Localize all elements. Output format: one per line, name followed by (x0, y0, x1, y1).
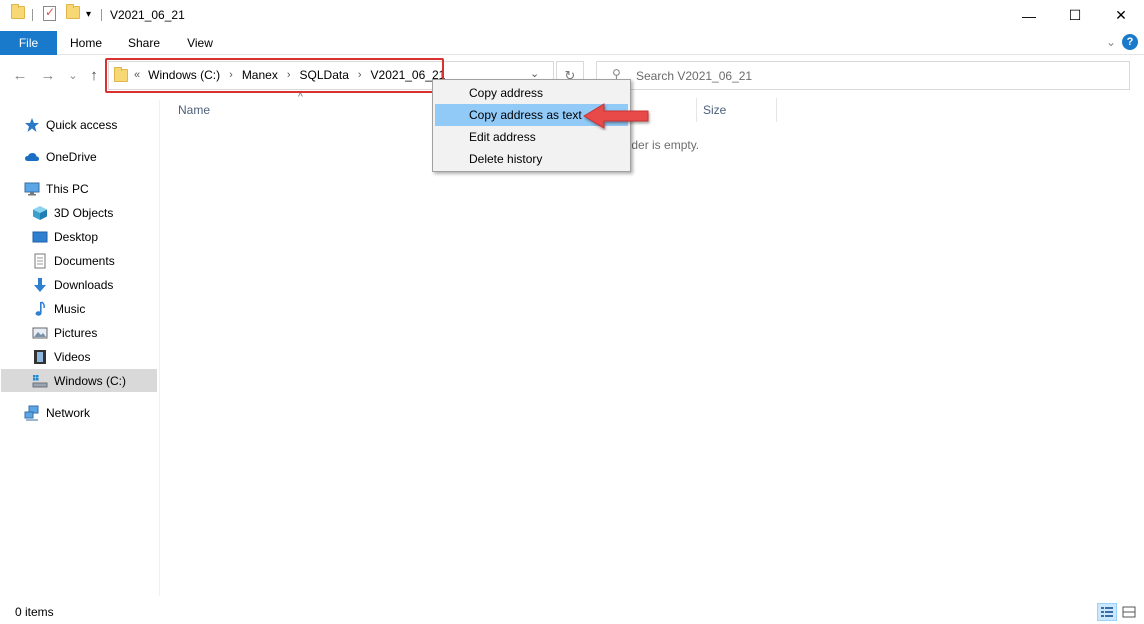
tab-share[interactable]: Share (120, 31, 168, 55)
picture-icon (32, 325, 48, 341)
window-title: V2021_06_21 (110, 8, 185, 22)
cloud-icon (24, 149, 40, 165)
item-count: 0 items (15, 605, 54, 619)
column-separator[interactable] (696, 98, 697, 122)
maximize-button[interactable]: ☐ (1052, 0, 1098, 31)
back-button[interactable]: ← (10, 65, 30, 85)
address-highlight-box (105, 58, 444, 93)
tab-file[interactable]: File (0, 31, 57, 55)
close-button[interactable]: ✕ (1098, 0, 1144, 31)
tab-view[interactable]: View (176, 31, 224, 55)
column-header-name[interactable]: Name (178, 103, 210, 123)
music-note-icon (32, 301, 48, 317)
up-button[interactable]: ↑ (84, 65, 104, 85)
sidebar-item-windows-c[interactable]: Windows (C:) (1, 369, 157, 392)
menu-item-delete-history[interactable]: Delete history (435, 148, 628, 170)
sidebar-item-label: 3D Objects (54, 206, 114, 220)
divider (101, 9, 102, 21)
empty-folder-message: older is empty. (622, 138, 700, 152)
search-input[interactable] (630, 62, 1120, 89)
help-icon[interactable]: ? (1122, 34, 1138, 50)
sidebar-item-label: This PC (46, 182, 89, 196)
sidebar-item-documents[interactable]: Documents (32, 250, 115, 272)
divider (32, 9, 33, 21)
sidebar-item-music[interactable]: Music (32, 298, 85, 320)
ribbon: File Home Share View ⌄ ? (0, 31, 1144, 55)
forward-button[interactable]: → (38, 65, 58, 85)
customize-quick-access-icon[interactable]: ▾ (86, 9, 91, 20)
sidebar-item-label: Documents (54, 254, 115, 268)
cube-icon (32, 205, 48, 221)
drive-icon (32, 373, 48, 389)
sidebar-item-onedrive[interactable]: OneDrive (24, 146, 97, 168)
sort-ascending-icon: ^ (298, 92, 303, 103)
folder-icon (11, 4, 25, 19)
network-icon (24, 405, 40, 421)
sidebar-item-label: Network (46, 406, 91, 420)
column-separator[interactable] (776, 98, 777, 122)
sidebar-item-3d-objects[interactable]: 3D Objects (32, 202, 113, 224)
sidebar-item-label: Windows (C:) (54, 373, 127, 388)
details-view-button[interactable] (1097, 603, 1117, 621)
properties-icon[interactable] (43, 5, 56, 21)
desktop-icon (32, 229, 48, 245)
large-icons-view-icon (1122, 606, 1136, 618)
status-bar: 0 items (0, 596, 1144, 624)
sidebar-item-this-pc[interactable]: This PC (24, 178, 89, 200)
title-bar: ▾ V2021_06_21 — ☐ ✕ (0, 0, 1144, 31)
details-view-icon (1101, 607, 1113, 617)
minimize-button[interactable]: — (1006, 0, 1052, 31)
sidebar-item-network[interactable]: Network (24, 402, 90, 424)
computer-icon (24, 181, 40, 197)
sidebar-item-quick-access[interactable]: Quick access (24, 114, 117, 136)
sidebar-item-videos[interactable]: Videos (32, 346, 90, 368)
sidebar-item-label: Downloads (54, 278, 114, 292)
red-arrow-annotation-icon (583, 103, 649, 129)
star-icon (24, 117, 40, 133)
recent-locations-button[interactable]: ⌄ (63, 65, 83, 85)
chevron-down-icon[interactable]: ⌄ (1106, 35, 1116, 49)
sidebar-item-label: Music (54, 302, 86, 316)
large-icons-view-button[interactable] (1119, 603, 1139, 621)
pane-divider[interactable] (159, 100, 160, 596)
tab-home[interactable]: Home (61, 31, 111, 55)
sidebar-item-downloads[interactable]: Downloads (32, 274, 113, 296)
film-icon (32, 349, 48, 365)
sidebar-item-desktop[interactable]: Desktop (32, 226, 98, 248)
sidebar-item-label: Videos (54, 350, 91, 364)
download-arrow-icon (32, 277, 48, 293)
sidebar-item-label: Quick access (46, 118, 118, 132)
new-folder-icon[interactable] (66, 4, 80, 19)
sidebar-item-label: OneDrive (46, 150, 97, 164)
document-icon (32, 253, 48, 269)
sidebar-item-label: Pictures (54, 326, 98, 340)
sidebar-item-label: Desktop (54, 230, 99, 244)
sidebar-item-pictures[interactable]: Pictures (32, 322, 97, 344)
column-header-size[interactable]: Size (703, 103, 726, 123)
